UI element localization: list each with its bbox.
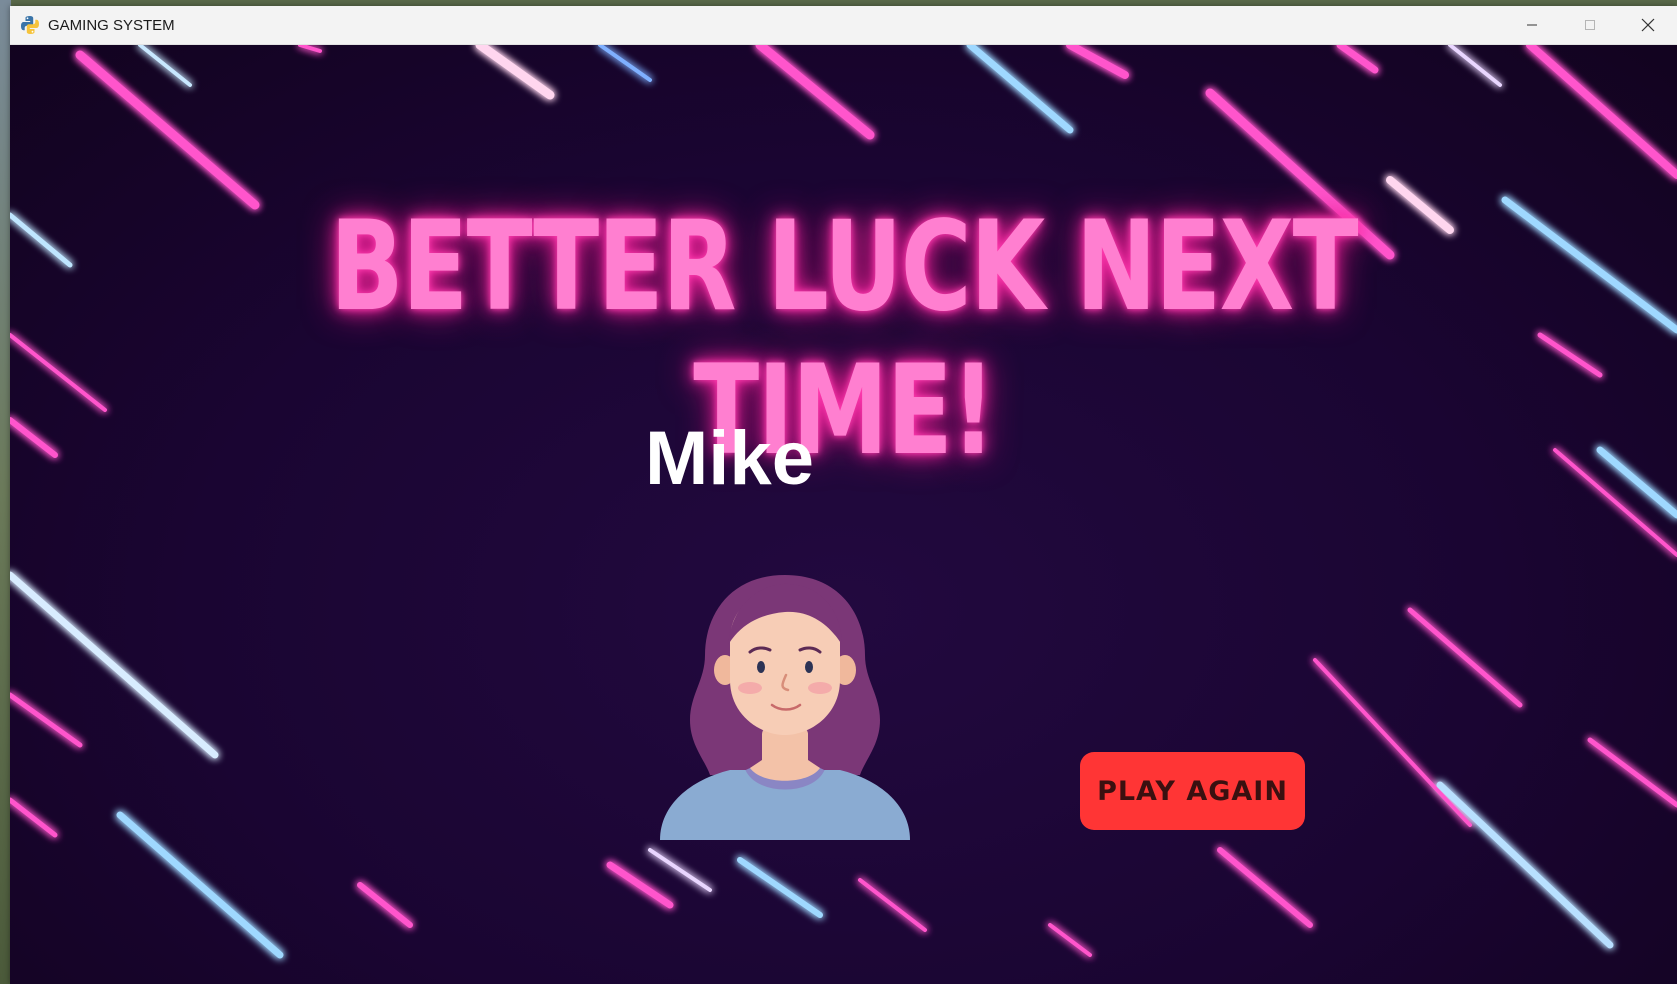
game-screen: BETTER LUCK NEXT TIME! Mike PLAY AGAIN <box>10 45 1677 984</box>
window-controls <box>1503 6 1677 44</box>
maximize-button[interactable] <box>1561 6 1619 44</box>
player-avatar-icon <box>660 575 910 840</box>
game-over-headline: BETTER LUCK NEXT TIME! <box>329 195 1359 483</box>
window-title: GAMING SYSTEM <box>48 16 175 34</box>
maximize-icon <box>1585 20 1595 30</box>
minimize-icon <box>1527 24 1537 26</box>
close-icon <box>1641 18 1655 32</box>
game-window: GAMING SYSTEM BETTER LUCK NEXT TIME! Mik… <box>10 6 1677 984</box>
player-name: Mike <box>645 416 814 501</box>
python-icon <box>20 15 40 35</box>
minimize-button[interactable] <box>1503 6 1561 44</box>
close-button[interactable] <box>1619 6 1677 44</box>
title-bar[interactable]: GAMING SYSTEM <box>10 6 1677 45</box>
play-again-button[interactable]: PLAY AGAIN <box>1080 752 1305 830</box>
